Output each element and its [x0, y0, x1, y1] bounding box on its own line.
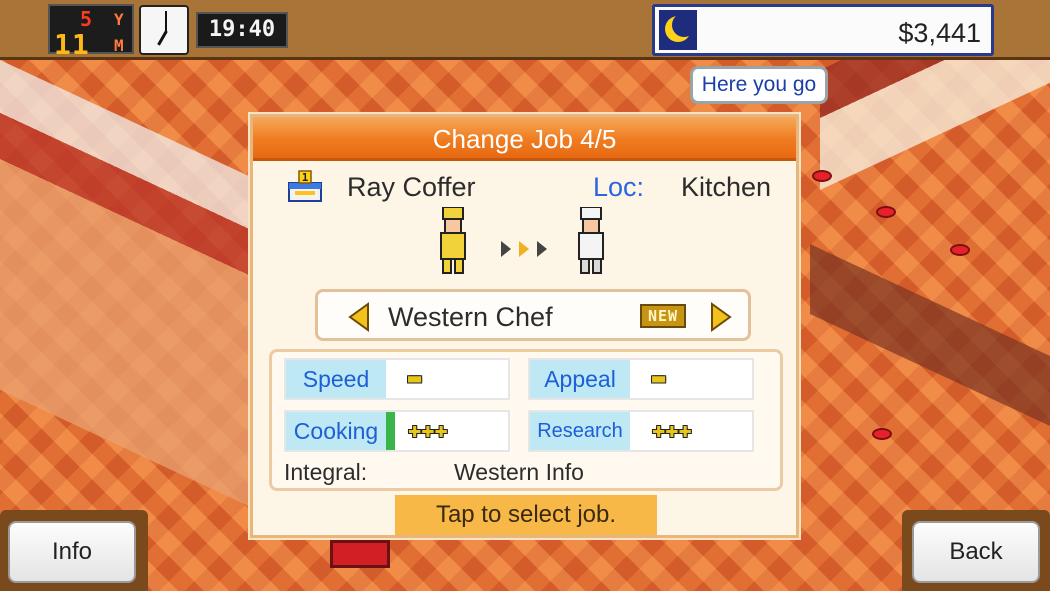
- money-display: $3,441: [652, 4, 994, 56]
- staff-rank: 1: [302, 171, 309, 184]
- stat-value: ✚✚✚: [652, 418, 692, 443]
- previous-job-arrow-icon[interactable]: [348, 302, 370, 332]
- stat-label: Cooking: [286, 412, 386, 450]
- stat-label: Research: [530, 412, 630, 450]
- clock-icon: [139, 5, 189, 55]
- info-button[interactable]: Info: [8, 521, 136, 583]
- stat-value: ▬: [652, 366, 666, 391]
- next-job-arrow-icon[interactable]: [710, 302, 732, 332]
- bar-counter: [810, 244, 1050, 426]
- top-hud: 5 Y 11 M 19:40 $3,441: [0, 0, 1050, 61]
- integral-label: Integral:: [284, 459, 368, 485]
- integral-value: Western Info: [454, 459, 584, 485]
- staff-rank-icon: 1: [287, 169, 323, 203]
- dining-table: [330, 540, 390, 568]
- stat-appeal: Appeal ▬: [528, 358, 754, 400]
- month-unit: M: [114, 36, 124, 55]
- job-selector: Western Chef NEW: [315, 289, 751, 341]
- stat-value: ▬: [408, 366, 422, 391]
- change-job-dialog: Change Job 4/5 1 Ray Coffer Loc: Kitchen: [250, 114, 799, 538]
- stool: [872, 428, 892, 440]
- arrow-icon: [501, 239, 555, 259]
- new-badge: NEW: [640, 304, 686, 328]
- stool: [876, 206, 896, 218]
- kitchen-wall: [0, 60, 250, 507]
- back-button[interactable]: Back: [912, 521, 1040, 583]
- job-name[interactable]: Western Chef: [388, 302, 553, 333]
- moon-icon: [659, 10, 697, 50]
- date-display: 5 Y 11 M: [48, 4, 134, 61]
- stat-label: Speed: [286, 360, 386, 398]
- money-value: $3,441: [898, 18, 981, 48]
- tap-to-select-hint[interactable]: Tap to select job.: [395, 495, 657, 535]
- speech-bubble: Here you go: [690, 66, 828, 104]
- current-job-sprite: [433, 206, 473, 277]
- new-job-sprite: [571, 206, 611, 277]
- location-label: Loc:: [593, 172, 645, 202]
- stat-label: Appeal: [530, 360, 630, 398]
- stat-speed: Speed ▬: [284, 358, 510, 400]
- stat-cooking: Cooking ✚✚✚: [284, 410, 510, 452]
- year-unit: Y: [114, 10, 124, 29]
- month-value: 11: [54, 28, 90, 61]
- job-stats-panel: Speed ▬ Appeal ▬ Cooking ✚✚✚ Research ✚✚…: [269, 349, 783, 491]
- stat-research: Research ✚✚✚: [528, 410, 754, 452]
- stool: [812, 170, 832, 182]
- time-display: 19:40: [196, 12, 288, 48]
- stat-boost-bar: [386, 412, 395, 450]
- dialog-title: Change Job 4/5: [253, 117, 796, 161]
- stool: [950, 244, 970, 256]
- location-value: Kitchen: [681, 172, 772, 202]
- staff-name: Ray Coffer: [347, 172, 476, 202]
- stat-value: ✚✚✚: [408, 418, 448, 443]
